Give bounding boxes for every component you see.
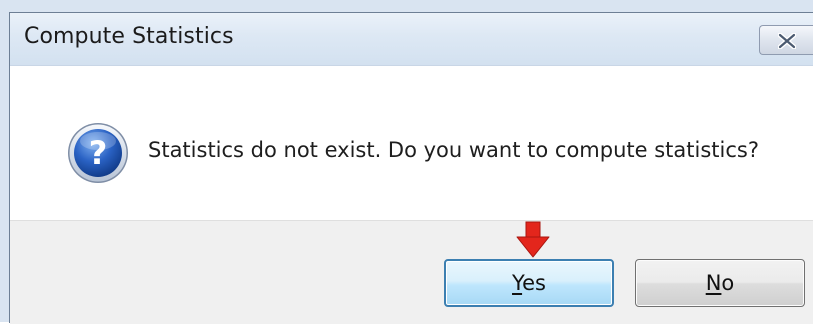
question-icon: ? [68,123,128,183]
message-dialog: Compute Statistics ? Statistics do not e… [9,12,813,324]
dialog-content: ? Statistics do not exist. Do you want t… [10,66,813,220]
title-bar[interactable]: Compute Statistics [10,13,813,66]
close-button[interactable] [759,25,813,55]
window-title: Compute Statistics [24,24,234,49]
button-bar: Yes No [10,220,813,324]
yes-button-label: Yes [512,271,546,295]
no-button[interactable]: No [635,259,805,307]
screen-background: Compute Statistics ? Statistics do not e… [0,0,813,324]
no-button-label: No [705,271,735,295]
svg-text:?: ? [89,134,108,172]
close-x-icon [778,33,796,49]
red-arrow-down-icon [516,221,550,258]
message-text: Statistics do not exist. Do you want to … [148,138,759,162]
yes-button[interactable]: Yes [444,259,614,307]
